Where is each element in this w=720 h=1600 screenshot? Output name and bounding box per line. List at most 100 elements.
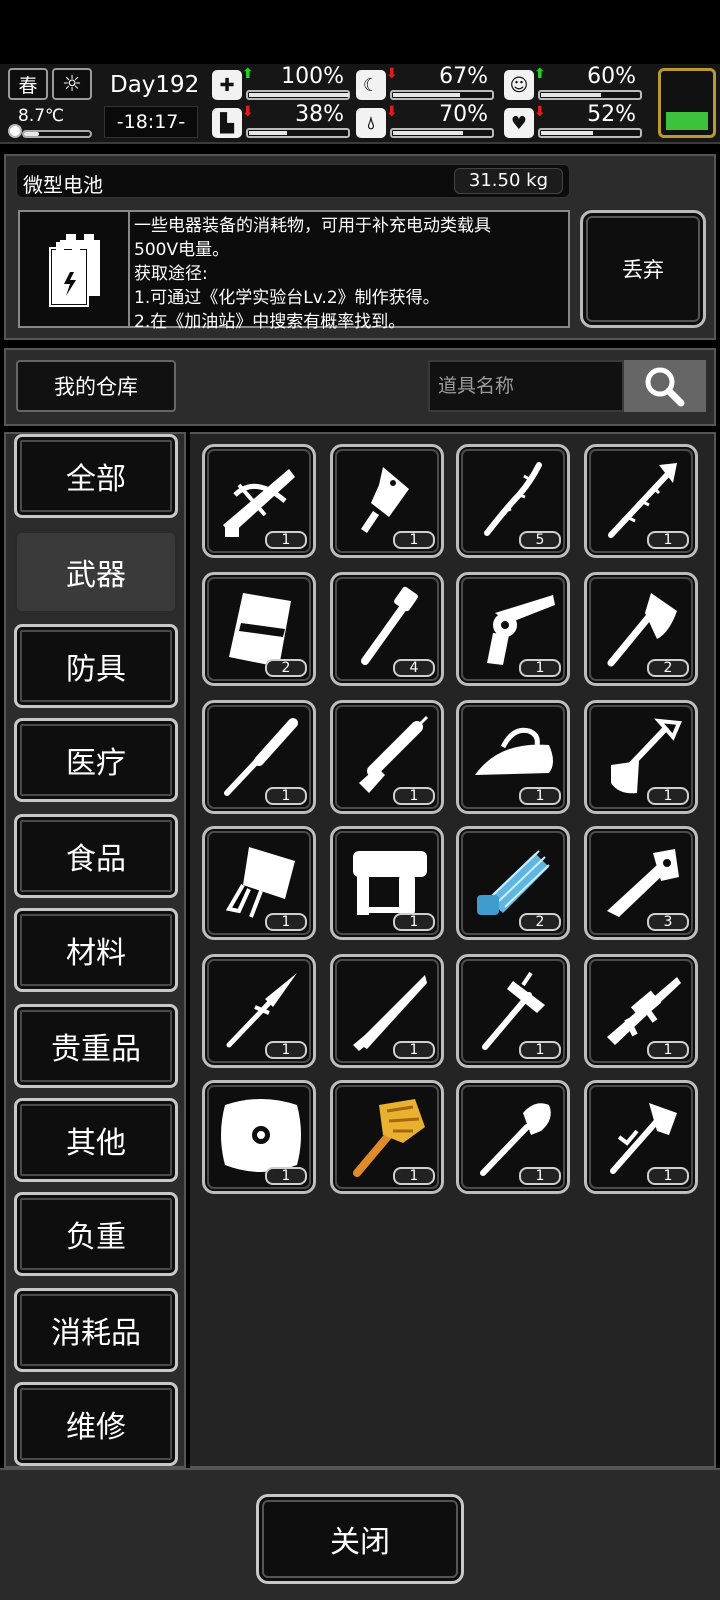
tab-my-warehouse[interactable]: 我的仓库 [16, 360, 176, 412]
battery-item-icon [18, 210, 130, 328]
item-slot[interactable]: 1 [456, 572, 570, 686]
item-slot[interactable]: 2 [456, 826, 570, 940]
category-sidebar[interactable]: 全部 武器 防具 医疗 食品 材料 贵重品 其他 负重 消耗品 维修 [4, 432, 186, 1468]
stat-bar [538, 90, 642, 100]
category-repair[interactable]: 维修 [14, 1382, 178, 1466]
item-slot[interactable]: 1 [584, 1080, 698, 1194]
face-icon: ☺ [504, 70, 534, 100]
stat-bar [246, 90, 350, 100]
item-slot[interactable]: 4 [330, 572, 444, 686]
item-slot[interactable]: 1 [584, 700, 698, 814]
stat-hunger: ☾ ⬇ 67% [356, 64, 496, 102]
item-quantity: 1 [265, 913, 307, 931]
item-slot[interactable]: 1 [584, 444, 698, 558]
close-button[interactable]: 关闭 [256, 1494, 464, 1584]
category-armor[interactable]: 防具 [14, 624, 178, 708]
category-label: 其他 [66, 1126, 126, 1161]
thermometer-icon [8, 124, 22, 138]
item-slot[interactable]: 1 [202, 700, 316, 814]
arrow-down-icon: ⬇ [242, 104, 254, 120]
battery-button[interactable] [658, 68, 716, 138]
search-icon [645, 367, 685, 407]
item-quantity: 1 [265, 1041, 307, 1059]
arrow-down-icon: ⬇ [386, 66, 398, 82]
stat-bar [538, 128, 642, 138]
description-line: 2.在《加油站》中搜索有概率找到。 [134, 312, 406, 332]
item-quantity: 2 [265, 659, 307, 677]
drop-button[interactable]: 丢弃 [580, 210, 706, 328]
item-slot[interactable]: 1 [202, 1080, 316, 1194]
item-slot[interactable]: 1 [456, 700, 570, 814]
item-slot[interactable]: 1 [330, 954, 444, 1068]
item-quantity: 1 [519, 787, 561, 805]
description-line: 500V电量。 [134, 240, 230, 260]
category-weapons[interactable]: 武器 [14, 530, 178, 614]
item-slot[interactable]: 2 [584, 572, 698, 686]
item-quantity: 1 [265, 531, 307, 549]
stat-bar [246, 128, 350, 138]
item-grid: 1 1 5 1 2 4 1 2 1 1 1 1 1 1 2 3 1 1 1 1 … [190, 432, 716, 1468]
item-slot[interactable]: 1 [202, 444, 316, 558]
temperature-label: 8.7℃ [18, 106, 65, 126]
category-label: 全部 [66, 462, 126, 497]
arrow-down-icon: ⬇ [386, 104, 398, 120]
item-slot[interactable]: 5 [456, 444, 570, 558]
sun-icon: ☼ [52, 68, 92, 100]
item-quantity: 1 [647, 1167, 689, 1185]
item-quantity: 4 [393, 659, 435, 677]
item-slot[interactable]: 1 [202, 826, 316, 940]
stat-value: 70% [439, 102, 488, 127]
description-line: 获取途径: [134, 264, 208, 284]
stat-value: 100% [281, 64, 344, 89]
search-button[interactable] [624, 360, 706, 412]
tab-label: 我的仓库 [54, 375, 138, 399]
description-line: 一些电器装备的消耗物，可用于补充电动类载具 [134, 216, 491, 236]
item-slot[interactable]: 1 [330, 444, 444, 558]
item-quantity: 2 [519, 913, 561, 931]
season-indicator: 春 [8, 68, 48, 100]
item-slot[interactable]: 1 [330, 1080, 444, 1194]
item-quantity: 1 [519, 1167, 561, 1185]
category-consumables[interactable]: 消耗品 [14, 1288, 178, 1372]
description-line: 1.可通过《化学实验台Lv.2》制作获得。 [134, 288, 440, 308]
stat-thirst: 💧︎ ⬇ 70% [356, 102, 496, 140]
stat-value: 52% [587, 102, 636, 127]
category-other[interactable]: 其他 [14, 1098, 178, 1182]
stat-bar [390, 128, 494, 138]
status-bar: 春 ☼ 8.7℃ Day192 -18:17- ✚ ⬆ 100% ☾ ⬇ 67%… [0, 64, 720, 144]
item-slot[interactable]: 1 [584, 954, 698, 1068]
category-carry[interactable]: 负重 [14, 1192, 178, 1276]
category-food[interactable]: 食品 [14, 814, 178, 898]
item-quantity: 5 [519, 531, 561, 549]
item-quantity: 1 [265, 1167, 307, 1185]
item-slot[interactable]: 1 [330, 700, 444, 814]
search-input[interactable] [428, 360, 624, 412]
arrow-up-icon: ⬆ [534, 66, 546, 82]
item-weight: 31.50 kg [453, 168, 563, 194]
stat-value: 38% [295, 102, 344, 127]
item-slot[interactable]: 1 [456, 954, 570, 1068]
item-slot[interactable]: 3 [584, 826, 698, 940]
item-quantity: 1 [647, 787, 689, 805]
stat-stamina: ▙ ⬇ 38% [212, 102, 352, 140]
item-slot[interactable]: 1 [456, 1080, 570, 1194]
day-counter: Day192 [110, 72, 200, 98]
category-medical[interactable]: 医疗 [14, 718, 178, 802]
category-all[interactable]: 全部 [14, 434, 178, 518]
item-slot[interactable]: 1 [202, 954, 316, 1068]
category-label: 武器 [66, 558, 126, 593]
category-materials[interactable]: 材料 [14, 908, 178, 992]
stat-value: 60% [587, 64, 636, 89]
item-slot[interactable]: 2 [202, 572, 316, 686]
item-quantity: 1 [393, 913, 435, 931]
category-label: 防具 [66, 652, 126, 687]
heart-icon: ♥ [504, 108, 534, 138]
arrow-up-icon: ⬆ [242, 66, 254, 82]
category-label: 维修 [66, 1410, 126, 1445]
clock: -18:17- [104, 106, 198, 138]
category-valuables[interactable]: 贵重品 [14, 1004, 178, 1088]
item-slot[interactable]: 1 [330, 826, 444, 940]
stat-bar [390, 90, 494, 100]
medkit-icon: ✚ [212, 70, 242, 100]
top-black-strip [0, 0, 720, 64]
